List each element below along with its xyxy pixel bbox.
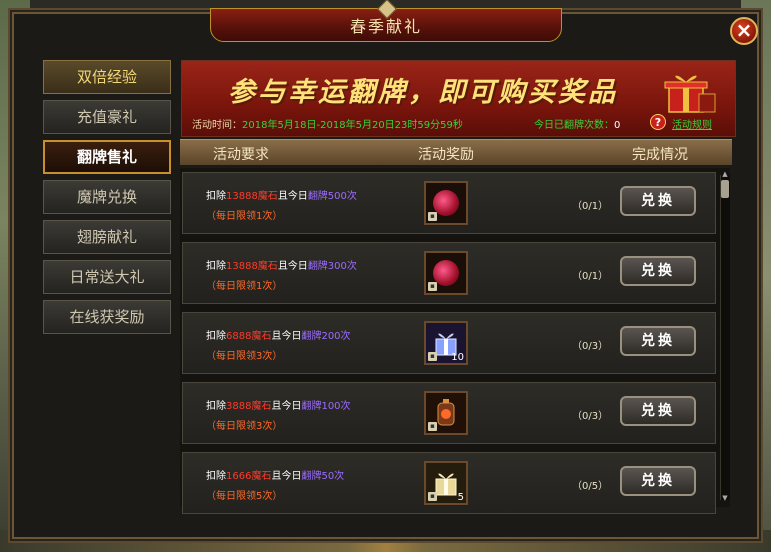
row-limit: （每日限领1次）: [206, 281, 283, 292]
lock-icon: ▪: [428, 422, 437, 431]
sidebar-item-daily-gift[interactable]: 日常送大礼: [43, 260, 171, 294]
sidebar-item-double-exp[interactable]: 双倍经验: [43, 60, 171, 94]
sidebar-item-flip-sale[interactable]: 翻牌售礼: [43, 140, 171, 174]
scroll-thumb[interactable]: [721, 180, 729, 198]
lock-icon: ▪: [428, 492, 437, 501]
row-limit: （每日限领1次）: [206, 211, 283, 222]
gift-box-icon: [664, 75, 716, 113]
row-progress: （0/5）: [572, 481, 609, 492]
row-requirement: 扣除6888魔石且今日翻牌200次: [206, 331, 351, 342]
row-limit: （每日限领3次）: [206, 351, 283, 362]
scroll-up-icon[interactable]: ▲: [720, 170, 730, 178]
event-time: 活动时间：2018年5月18日-2018年5月20日23时59分59秒: [192, 120, 463, 131]
exchange-button[interactable]: 兑换: [620, 186, 696, 216]
row-progress: （0/1）: [572, 201, 609, 212]
exchange-button[interactable]: 兑换: [620, 256, 696, 286]
gold-gift-icon[interactable]: ▪ 5: [424, 461, 468, 505]
row-requirement: 扣除1666魔石且今日翻牌50次: [206, 471, 345, 482]
sidebar-item-online-reward[interactable]: 在线获奖励: [43, 300, 171, 334]
row-requirement: 扣除13888魔石且今日翻牌500次: [206, 191, 357, 202]
sidebar-item-card-exchange[interactable]: 魔牌兑换: [43, 180, 171, 214]
scroll-down-icon[interactable]: ▼: [720, 494, 730, 502]
close-icon[interactable]: ×: [730, 17, 758, 45]
flip-count: 今日已翻牌次数：0: [534, 120, 621, 131]
header-requirement: 活动要求: [213, 147, 269, 163]
lock-icon: ▪: [428, 282, 437, 291]
row-progress: （0/3）: [572, 411, 609, 422]
exchange-button[interactable]: 兑换: [620, 326, 696, 356]
row-progress: （0/3）: [572, 341, 609, 352]
exchange-button[interactable]: 兑换: [620, 396, 696, 426]
item-quantity: 10: [451, 352, 464, 363]
item-quantity: 5: [457, 492, 464, 503]
row-requirement: 扣除13888魔石且今日翻牌300次: [206, 261, 357, 272]
lock-icon: ▪: [428, 352, 437, 361]
help-icon[interactable]: ?: [650, 114, 666, 130]
lock-icon: ▪: [428, 212, 437, 221]
row-limit: （每日限领5次）: [206, 491, 283, 502]
sidebar-item-wings-gift[interactable]: 翅膀献礼: [43, 220, 171, 254]
sidebar: 双倍经验 充值豪礼 翻牌售礼 魔牌兑换 翅膀献礼 日常送大礼 在线获奖励: [43, 60, 175, 340]
header-status: 完成情况: [632, 147, 688, 163]
window-title: 春季献礼: [349, 17, 422, 36]
red-orb-icon[interactable]: ▪: [424, 181, 468, 225]
row-progress: （0/1）: [572, 271, 609, 282]
exchange-button[interactable]: 兑换: [620, 466, 696, 496]
blue-gift-icon[interactable]: ▪ 10: [424, 321, 468, 365]
banner-title: 参与幸运翻牌，即可购买奖品: [228, 77, 618, 108]
sidebar-item-recharge-gift[interactable]: 充值豪礼: [43, 100, 171, 134]
scrollbar[interactable]: [720, 175, 730, 500]
row-limit: （每日限领3次）: [206, 421, 283, 432]
lantern-icon[interactable]: ▪: [424, 391, 468, 435]
rules-link[interactable]: 活动规则: [672, 116, 712, 131]
red-orb-icon[interactable]: ▪: [424, 251, 468, 295]
header-reward: 活动奖励: [418, 147, 474, 163]
row-requirement: 扣除3888魔石且今日翻牌100次: [206, 401, 351, 412]
